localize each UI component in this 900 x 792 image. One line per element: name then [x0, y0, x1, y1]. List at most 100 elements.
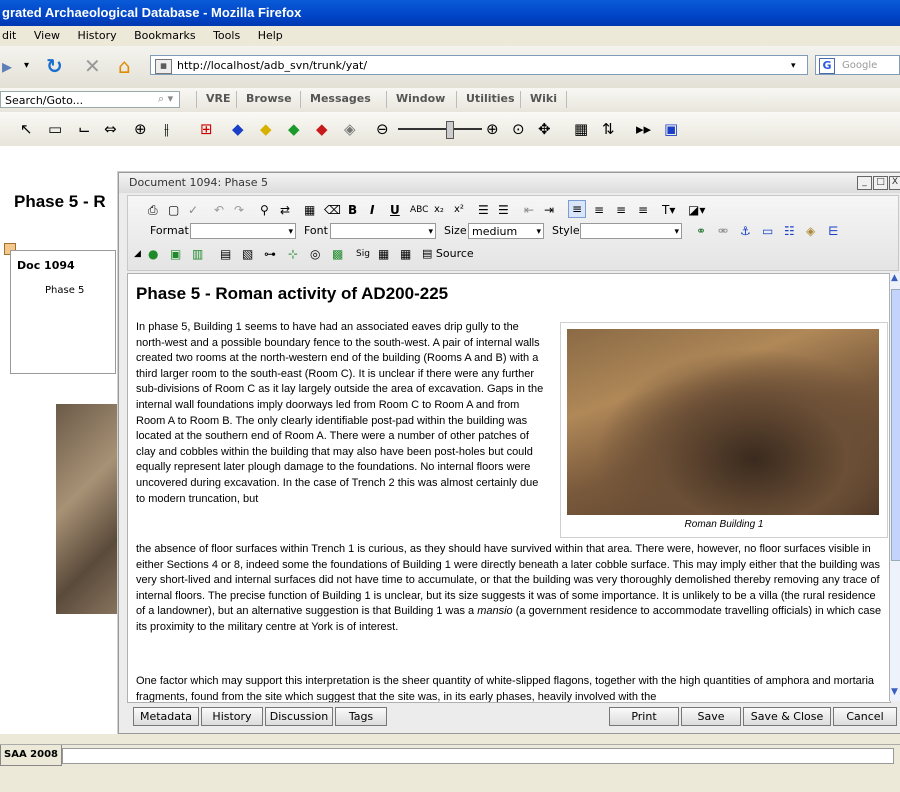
split-horizontal-icon[interactable]: ⊕	[134, 120, 147, 138]
menu-wiki[interactable]: Wiki	[530, 92, 557, 105]
document-icon[interactable]: ▤	[220, 246, 231, 262]
style-select[interactable]: ▾	[580, 223, 682, 239]
scrollbar-thumb[interactable]	[891, 289, 900, 561]
editor-scrollbar[interactable]: ▲ ▼	[889, 273, 900, 701]
blue-diamond-icon[interactable]: ◆	[232, 120, 244, 138]
fast-forward-icon[interactable]: ▸▸	[636, 120, 651, 138]
split-vertical-icon[interactable]: ⫲	[164, 120, 169, 138]
template-icon[interactable]: ▧	[242, 246, 253, 262]
superscript-icon[interactable]: x²	[454, 202, 464, 218]
save-button[interactable]: Save	[681, 707, 741, 726]
flash-icon[interactable]: ◈	[806, 223, 815, 239]
select-all-icon[interactable]: ▦	[304, 202, 315, 218]
redo-icon[interactable]: ↷	[234, 202, 244, 218]
maximize-icon[interactable]: □	[873, 176, 888, 190]
align-left-icon[interactable]: ≡	[568, 200, 587, 218]
menu-window[interactable]: Window	[396, 92, 445, 105]
menu-tools[interactable]: Tools	[213, 29, 240, 42]
size-select[interactable]: medium ▾	[468, 223, 544, 239]
zoom-in-icon[interactable]: ⊕	[486, 120, 499, 138]
tab-saa-2008[interactable]: SAA 2008	[0, 745, 62, 766]
tree-icon[interactable]: ⊞	[200, 120, 213, 138]
background-color-icon[interactable]: ◪▾	[688, 202, 705, 218]
search-goto-input[interactable]: Search/Goto...	[0, 91, 180, 108]
structure-icon[interactable]: ⊹	[288, 246, 298, 262]
image-insert-icon[interactable]: ▣	[170, 246, 181, 262]
align-right-icon[interactable]: ≡	[616, 202, 626, 218]
numbered-list-icon[interactable]: ☰	[478, 202, 489, 218]
google-icon[interactable]: G	[819, 58, 835, 74]
green-diamond-icon[interactable]: ◆	[288, 120, 300, 138]
bullet-list-icon[interactable]: ☰	[498, 202, 509, 218]
menu-history[interactable]: History	[77, 29, 116, 42]
menu-help[interactable]: Help	[258, 29, 283, 42]
minimize-icon[interactable]: _	[857, 176, 872, 190]
editor-content[interactable]: Phase 5 - Roman activity of AD200-225 In…	[127, 273, 891, 703]
tags-button[interactable]: Tags	[335, 707, 387, 726]
metadata-button[interactable]: Metadata	[133, 707, 199, 726]
collapse-toolbar-icon[interactable]: ◢	[134, 246, 141, 262]
menu-edit[interactable]: dit	[2, 29, 16, 42]
google-search-field[interactable]: G Google	[815, 55, 900, 75]
table-icon[interactable]: ☷	[784, 223, 795, 239]
red-diamond-icon[interactable]: ◆	[316, 120, 328, 138]
anchor-icon[interactable]: ⚓	[740, 223, 751, 239]
tree-view-icon[interactable]: ⊶	[264, 246, 276, 262]
document-window-titlebar[interactable]: Document 1094: Phase 5 _ □ X	[119, 173, 900, 193]
save-close-button[interactable]: Save & Close	[743, 707, 831, 726]
path-tool-icon[interactable]: ⌙	[78, 120, 91, 138]
zoom-out-icon[interactable]: ⊖	[376, 120, 389, 138]
remove-format-icon[interactable]: ⌫	[324, 202, 341, 218]
pan-icon[interactable]: ✥	[538, 120, 551, 138]
strikethrough-icon[interactable]: ABC	[410, 202, 428, 218]
url-field[interactable]: ▦ http://localhost/adb_svn/trunk/yat/ ★ …	[150, 55, 808, 75]
cancel-button[interactable]: Cancel	[833, 707, 897, 726]
horizontal-rule-icon[interactable]: ⋿	[828, 223, 838, 239]
map-icon[interactable]: ▩	[332, 246, 343, 262]
menu-bookmarks[interactable]: Bookmarks	[134, 29, 195, 42]
url-dropdown-icon[interactable]: ▾	[791, 56, 796, 76]
menu-vre[interactable]: VRE	[206, 92, 231, 105]
find-icon[interactable]: ⚲	[260, 202, 269, 218]
signature-icon[interactable]: Sig	[356, 246, 370, 262]
close-icon[interactable]: X	[889, 176, 900, 190]
italic-icon[interactable]: I	[370, 202, 374, 218]
undo-icon[interactable]: ↶	[214, 202, 224, 218]
grid-icon[interactable]: ▦	[574, 120, 588, 138]
subscript-icon[interactable]: x₂	[434, 202, 444, 218]
history-button[interactable]: History	[201, 707, 263, 726]
menu-view[interactable]: View	[34, 29, 60, 42]
special-char-icon[interactable]: ◎	[310, 246, 320, 262]
reload-icon[interactable]: ↻	[46, 54, 63, 78]
resize-tool-icon[interactable]: ⇔	[104, 120, 117, 138]
image-icon[interactable]: ▭	[762, 223, 773, 239]
replace-icon[interactable]: ⇄	[280, 202, 290, 218]
link-icon[interactable]: ⚭	[696, 223, 706, 239]
select-tool-icon[interactable]: ↖	[20, 120, 33, 138]
field-icon[interactable]: ▦	[400, 246, 411, 262]
grey-diamond-icon[interactable]: ◈	[344, 120, 356, 138]
discussion-button[interactable]: Discussion	[265, 707, 333, 726]
spellcheck-icon[interactable]: ✓	[188, 202, 198, 218]
bold-icon[interactable]: B	[348, 202, 357, 218]
preview-icon[interactable]: ▢	[168, 202, 179, 218]
zoom-slider-thumb[interactable]	[446, 121, 454, 139]
home-icon[interactable]: ⌂	[118, 54, 131, 78]
zoom-slider-track[interactable]	[398, 128, 482, 130]
scroll-up-icon[interactable]: ▲	[891, 273, 898, 283]
justify-icon[interactable]: ≡	[638, 202, 648, 218]
menu-browse[interactable]: Browse	[246, 92, 292, 105]
source-button[interactable]: ▤ Source	[422, 246, 474, 262]
sort-icon[interactable]: ⇅	[602, 120, 615, 138]
database-icon[interactable]: ●	[148, 246, 158, 262]
unlink-icon[interactable]: ⚮	[718, 223, 728, 239]
format-select[interactable]: ▾	[190, 223, 296, 239]
menu-messages[interactable]: Messages	[310, 92, 371, 105]
forward-icon[interactable]: ▸	[2, 54, 12, 78]
print-button[interactable]: Print	[609, 707, 679, 726]
text-color-icon[interactable]: T▾	[662, 202, 675, 218]
chart-icon[interactable]: ▥	[192, 246, 203, 262]
layer-tool-icon[interactable]: ▭	[48, 120, 62, 138]
align-center-icon[interactable]: ≡	[594, 202, 604, 218]
zoom-fit-icon[interactable]: ⊙	[512, 120, 525, 138]
